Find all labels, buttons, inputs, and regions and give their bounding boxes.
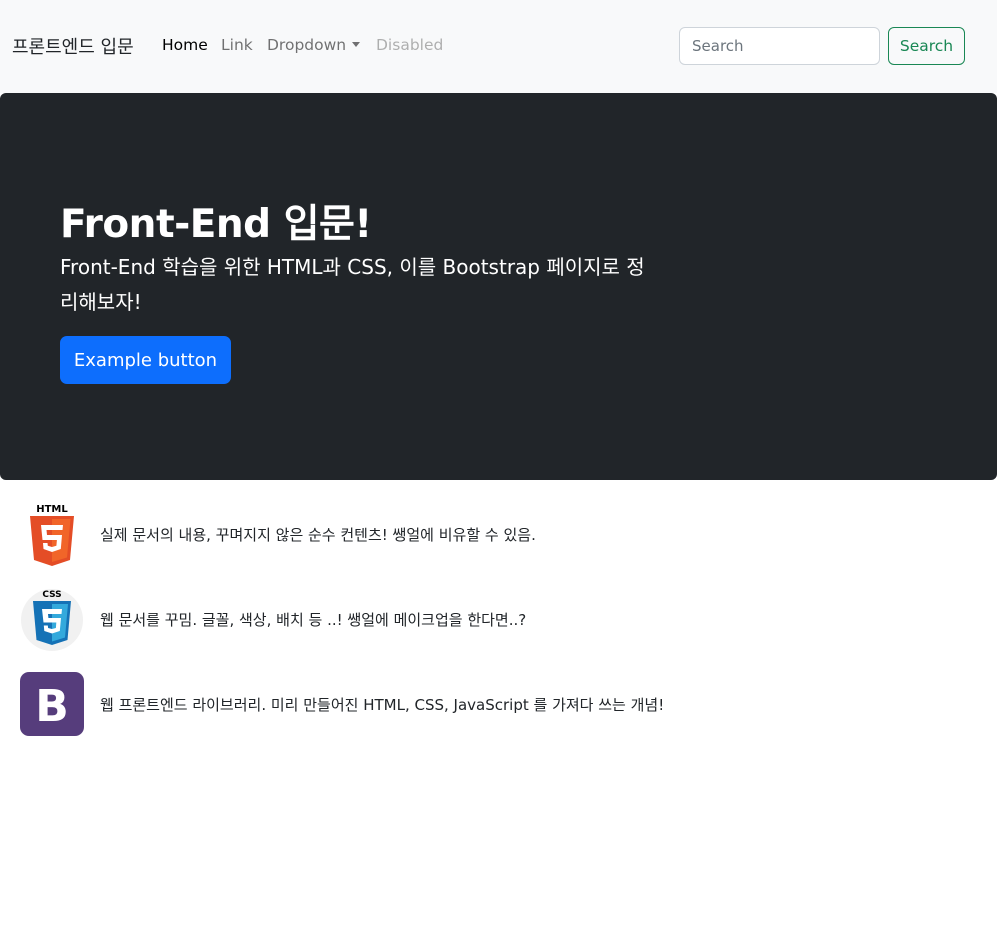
nav-link-disabled: Disabled bbox=[376, 36, 444, 54]
navbar-brand[interactable]: 프론트엔드 입문 bbox=[12, 33, 134, 59]
feature-css: CSS 웹 문서를 꾸밈. 글꼴, 색상, 배치 등 ..! 쌩얼에 메이크업을… bbox=[20, 587, 720, 651]
feature-css-text: 웹 문서를 꾸밈. 글꼴, 색상, 배치 등 ..! 쌩얼에 메이크업을 한다면… bbox=[100, 611, 527, 629]
feature-html: HTML 실제 문서의 내용, 꾸며지지 않은 순수 컨텐츠! 쌩얼에 비유할 … bbox=[20, 502, 720, 566]
navbar: 프론트엔드 입문 Home Link Dropdown Disabled Sea… bbox=[0, 0, 997, 93]
html5-logo-label: HTML bbox=[36, 504, 68, 515]
feature-bootstrap: B 웹 프론트엔드 라이브러리. 미리 만들어진 HTML, CSS, Java… bbox=[20, 672, 720, 736]
bootstrap-logo-icon: B bbox=[20, 672, 84, 736]
nav-link-home[interactable]: Home bbox=[162, 36, 208, 54]
hero-title: Front-End 입문! bbox=[60, 202, 372, 247]
hero-text: Front-End 학습을 위한 HTML과 CSS, 이를 Bootstrap… bbox=[60, 255, 645, 314]
nav-link-link[interactable]: Link bbox=[221, 36, 253, 54]
caret-down-icon bbox=[352, 42, 361, 47]
css3-logo-icon: CSS bbox=[21, 589, 83, 651]
feature-html-text: 실제 문서의 내용, 꾸며지지 않은 순수 컨텐츠! 쌩얼에 비유할 수 있음. bbox=[100, 526, 536, 544]
css3-logo-label: CSS bbox=[42, 590, 61, 600]
nav-dropdown-toggle[interactable]: Dropdown bbox=[267, 36, 361, 54]
nav-dropdown-label: Dropdown bbox=[267, 36, 347, 54]
html5-logo-icon: HTML bbox=[30, 504, 74, 566]
hero-jumbotron: Front-End 입문! Front-End 학습을 위한 HTML과 CSS… bbox=[0, 93, 997, 480]
bootstrap-logo-letter: B bbox=[35, 681, 69, 732]
search-input[interactable] bbox=[679, 27, 880, 65]
search-button[interactable]: Search bbox=[888, 27, 965, 65]
example-button[interactable]: Example button bbox=[60, 336, 231, 384]
feature-bootstrap-text: 웹 프론트엔드 라이브러리. 미리 만들어진 HTML, CSS, JavaSc… bbox=[100, 696, 665, 714]
